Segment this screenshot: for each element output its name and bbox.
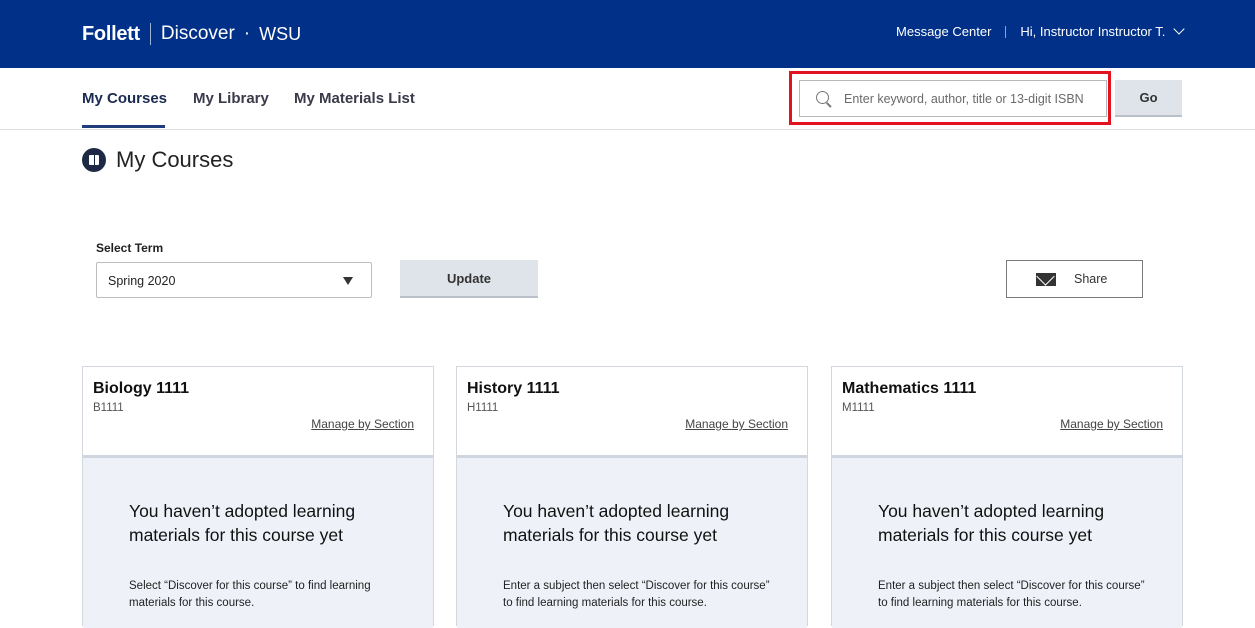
empty-state-title: You haven’t adopted learning materials f… (129, 501, 356, 545)
brand-dot: · (243, 23, 251, 44)
brand-product: Discover (160, 23, 235, 44)
search-icon (816, 91, 829, 104)
book-icon (82, 148, 106, 172)
update-button[interactable]: Update (400, 260, 538, 298)
search-box (799, 80, 1107, 117)
brand-follett: Follett (82, 22, 140, 45)
user-greeting: Hi, Instructor Instructor T. (1020, 24, 1166, 39)
course-card: Biology 1111 B1111 Manage by Section You… (82, 366, 434, 628)
course-title: Biology 1111 (93, 380, 190, 397)
empty-state-title: You haven’t adopted learning materials f… (503, 501, 730, 545)
page-title: My Courses (116, 147, 234, 172)
tab-my-library[interactable]: My Library (193, 90, 269, 107)
course-code: H1111 (467, 402, 499, 414)
course-card-body: You haven’t adopted learning materials f… (832, 458, 1182, 628)
message-center-link[interactable]: Message Center (896, 24, 991, 39)
course-card-body: You haven’t adopted learning materials f… (83, 458, 433, 628)
empty-state-description: Select “Discover for this course” to fin… (129, 580, 371, 609)
manage-by-section-link[interactable]: Manage by Section (1060, 417, 1163, 431)
share-button[interactable]: Share (1006, 260, 1143, 298)
empty-state-description: Enter a subject then select “Discover fo… (878, 580, 1145, 609)
tab-my-courses[interactable]: My Courses (82, 90, 167, 107)
course-code: M1111 (842, 402, 875, 414)
course-card-body: You haven’t adopted learning materials f… (457, 458, 807, 628)
empty-state-title: You haven’t adopted learning materials f… (878, 501, 1105, 545)
go-button[interactable]: Go (1115, 80, 1182, 117)
course-card: History 1111 H1111 Manage by Section You… (456, 366, 808, 628)
empty-state-description: Enter a subject then select “Discover fo… (503, 580, 770, 609)
term-select-value: Spring 2020 (108, 274, 176, 288)
course-card-header: Mathematics 1111 M1111 Manage by Section (832, 367, 1182, 458)
share-label: Share (1074, 272, 1108, 286)
course-title: History 1111 (467, 380, 560, 397)
active-tab-indicator (82, 125, 165, 128)
tab-my-materials-list[interactable]: My Materials List (294, 90, 415, 107)
course-code: B1111 (93, 402, 124, 414)
course-title: Mathematics 1111 (842, 380, 977, 397)
brand-school: WSU (259, 23, 302, 44)
manage-by-section-link[interactable]: Manage by Section (685, 417, 788, 431)
brand-logo[interactable]: Follett Discover · WSU (82, 22, 301, 46)
course-card-header: History 1111 H1111 Manage by Section (457, 367, 807, 458)
user-menu[interactable]: Hi, Instructor Instructor T. (1020, 23, 1185, 39)
select-term-label: Select Term (96, 241, 164, 255)
top-right-menu: Message Center Hi, Instructor Instructor… (896, 23, 1185, 39)
course-card-header: Biology 1111 B1111 Manage by Section (83, 367, 433, 458)
page-header: My Courses (82, 147, 233, 173)
top-divider (1005, 25, 1007, 38)
manage-by-section-link[interactable]: Manage by Section (311, 417, 414, 431)
brand-divider (149, 23, 151, 45)
top-header: Follett Discover · WSU Message Center Hi… (0, 0, 1255, 68)
course-card: Mathematics 1111 M1111 Manage by Section… (831, 366, 1183, 628)
envelope-icon (1036, 273, 1056, 286)
chevron-down-icon (1173, 23, 1185, 35)
search-input[interactable] (844, 81, 1102, 116)
dropdown-arrow-icon (343, 277, 353, 285)
term-select[interactable]: Spring 2020 (96, 262, 372, 298)
